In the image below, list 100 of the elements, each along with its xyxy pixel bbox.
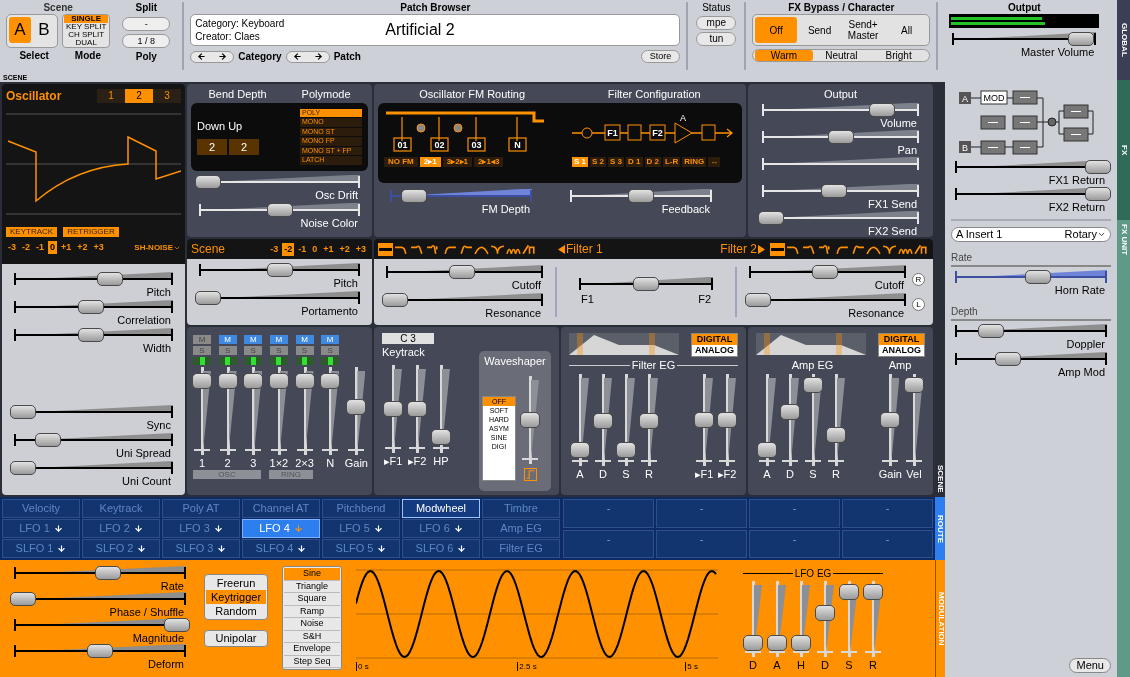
- lfo-shape-option[interactable]: Square: [284, 593, 340, 606]
- route-tab[interactable]: ROUTE: [935, 497, 945, 560]
- fader-thumb[interactable]: [616, 441, 636, 458]
- envelope-mode[interactable]: DIGITAL: [879, 334, 924, 345]
- filter-type-icon[interactable]: [522, 242, 537, 256]
- fader-thumb[interactable]: [803, 377, 823, 394]
- character-option[interactable]: Warm: [755, 50, 813, 61]
- triangle-left-icon[interactable]: [558, 244, 565, 254]
- slider-thumb[interactable]: [87, 644, 113, 658]
- fader-thumb[interactable]: [880, 411, 901, 428]
- slider-thumb[interactable]: [382, 293, 408, 307]
- store-button[interactable]: Store: [640, 50, 681, 63]
- mute-button[interactable]: M: [321, 335, 340, 344]
- toggle-button[interactable]: KEYTRACK: [6, 227, 58, 237]
- status-button[interactable]: tun: [696, 32, 737, 46]
- octave-option[interactable]: +2: [75, 241, 90, 254]
- mod-slot-button[interactable]: -: [749, 529, 840, 558]
- envelope-mode[interactable]: ANALOG: [879, 345, 924, 356]
- mute-button[interactable]: M: [218, 335, 237, 344]
- fader-thumb[interactable]: [346, 399, 367, 416]
- fader-thumb[interactable]: [791, 635, 811, 651]
- bend-value[interactable]: 2: [229, 138, 259, 155]
- fader-thumb[interactable]: [904, 377, 924, 394]
- slider-thumb[interactable]: [977, 324, 1004, 338]
- filter-config-option[interactable]: RING: [682, 156, 707, 167]
- fm-mode-option[interactable]: NO FM: [384, 156, 418, 167]
- octave-option[interactable]: -1: [34, 241, 47, 254]
- poly-field[interactable]: 1 / 8: [122, 34, 171, 48]
- fader-thumb[interactable]: [694, 411, 714, 428]
- mod-slot-button[interactable]: -: [656, 499, 747, 528]
- category-nav-button[interactable]: [190, 50, 235, 63]
- fx-tab[interactable]: FX: [1117, 80, 1130, 220]
- slider-thumb[interactable]: [77, 328, 104, 342]
- toggle-button[interactable]: RETRIGGER: [63, 227, 119, 237]
- slider-thumb[interactable]: [195, 174, 221, 189]
- slider-thumb[interactable]: [77, 300, 104, 314]
- trigger-option[interactable]: Freerun: [206, 576, 266, 590]
- slider-thumb[interactable]: [10, 592, 36, 606]
- fader-thumb[interactable]: [826, 426, 846, 443]
- mode-option[interactable]: SINGLE: [64, 15, 109, 23]
- mute-button[interactable]: M: [295, 335, 314, 344]
- mod-slot-button[interactable]: -: [656, 529, 747, 558]
- slider-thumb[interactable]: [869, 102, 896, 117]
- slider-thumb[interactable]: [97, 272, 124, 286]
- slider-thumb[interactable]: [266, 202, 293, 217]
- slider-thumb[interactable]: [827, 129, 854, 144]
- scene-button[interactable]: A: [9, 17, 31, 43]
- fx-bypass-option[interactable]: Off: [755, 17, 797, 43]
- fx-bypass-option[interactable]: All: [885, 17, 928, 43]
- octave-option[interactable]: 0: [48, 241, 58, 254]
- fader-thumb[interactable]: [839, 584, 859, 600]
- lfo-shape-option[interactable]: S&H: [284, 630, 340, 643]
- slider-thumb[interactable]: [995, 352, 1022, 366]
- fader-thumb[interactable]: [767, 635, 787, 651]
- fader-thumb[interactable]: [780, 403, 800, 420]
- filter-config-option[interactable]: L-R: [662, 156, 681, 167]
- character-option[interactable]: Neutral: [812, 50, 870, 61]
- lfo-shape-option[interactable]: Envelope: [284, 643, 340, 656]
- global-tab[interactable]: GLOBAL: [1117, 0, 1130, 80]
- lfo-shape-option[interactable]: Step Seq: [284, 655, 340, 668]
- filter-type-icon[interactable]: [378, 242, 393, 256]
- fader-thumb[interactable]: [192, 372, 212, 389]
- slider-thumb[interactable]: [10, 405, 36, 419]
- fader-thumb[interactable]: [268, 372, 289, 389]
- filter-type-icon[interactable]: [770, 242, 785, 256]
- slider-thumb[interactable]: [400, 188, 427, 203]
- slider-thumb[interactable]: [1024, 270, 1051, 284]
- slider-thumb[interactable]: [1085, 160, 1111, 174]
- scene-button[interactable]: B: [33, 17, 55, 43]
- status-button[interactable]: mpe: [696, 16, 737, 30]
- mod-slot-button[interactable]: -: [842, 529, 933, 558]
- octave-option[interactable]: +3: [353, 242, 368, 256]
- lfo-shape-option[interactable]: Sine: [284, 568, 340, 581]
- fader-thumb[interactable]: [243, 372, 264, 389]
- oscillator-tab[interactable]: 3: [153, 89, 181, 103]
- octave-option[interactable]: -2: [282, 242, 295, 256]
- octave-option[interactable]: -3: [268, 242, 281, 256]
- fx-bypass-option[interactable]: Send+ Master: [842, 17, 884, 43]
- unipolar-button[interactable]: Unipolar: [204, 630, 268, 647]
- slider-thumb[interactable]: [10, 461, 36, 475]
- fx-bypass-option[interactable]: Send: [798, 17, 841, 43]
- slider-thumb[interactable]: [1068, 32, 1094, 46]
- menu-button[interactable]: Menu: [1069, 658, 1111, 673]
- fader-thumb[interactable]: [639, 413, 659, 429]
- trigger-option[interactable]: Keytrigger: [206, 590, 266, 604]
- slider-thumb[interactable]: [811, 265, 838, 279]
- fader-thumb[interactable]: [320, 372, 341, 389]
- slider-thumb[interactable]: [448, 265, 475, 279]
- filter-config-option[interactable]: ↔: [708, 156, 721, 167]
- oscillator-type-dropdown[interactable]: SH-NOISE: [134, 241, 181, 254]
- octave-option[interactable]: -1: [296, 242, 309, 256]
- slider-thumb[interactable]: [758, 210, 784, 225]
- oscillator-tab[interactable]: 2: [125, 89, 153, 103]
- octave-option[interactable]: +1: [59, 241, 74, 254]
- mode-option[interactable]: KEY SPLIT: [64, 23, 109, 31]
- mod-source-button[interactable]: LFO 4: [242, 519, 320, 538]
- slider-thumb[interactable]: [745, 293, 771, 307]
- fm-mode-option[interactable]: 3▸2▸1: [442, 156, 473, 167]
- octave-option[interactable]: 0: [310, 242, 320, 256]
- slider-thumb[interactable]: [628, 188, 654, 203]
